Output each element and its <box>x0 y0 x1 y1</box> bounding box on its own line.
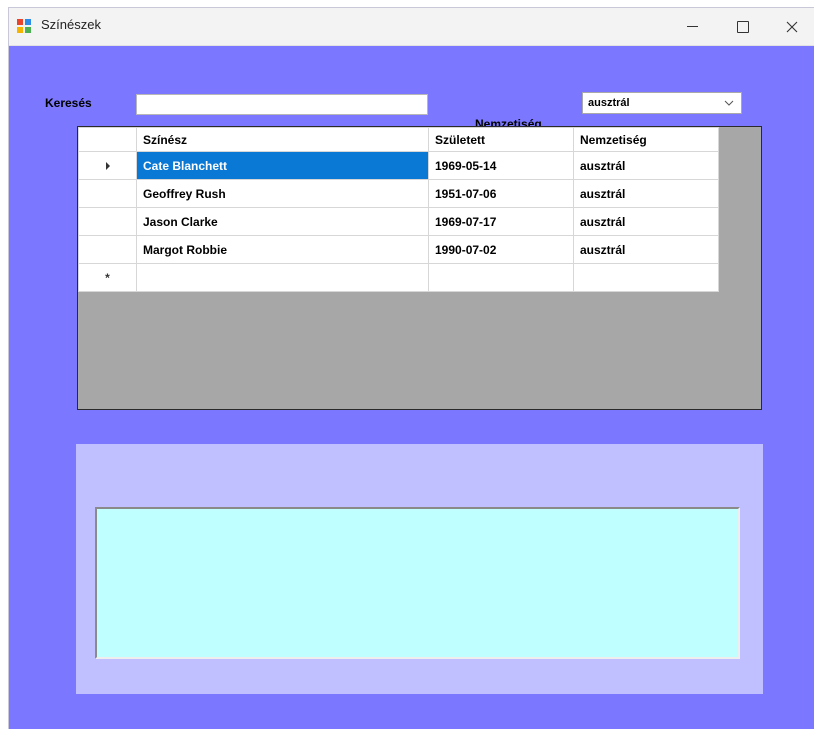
window-title: Színészek <box>41 17 101 32</box>
chevron-down-icon[interactable] <box>724 99 734 107</box>
row-header[interactable] <box>78 151 137 180</box>
row-header[interactable] <box>78 179 137 208</box>
actors-grid[interactable]: Színész Született Nemzetiség Cate Blanch… <box>77 126 762 410</box>
search-input[interactable] <box>136 94 428 115</box>
column-header-nationality[interactable]: Nemzetiség <box>573 127 719 152</box>
born-cell[interactable]: 1951-07-06 <box>428 179 574 208</box>
new-row[interactable]: * <box>78 263 719 292</box>
minimize-button[interactable] <box>669 8 715 45</box>
actors-table: Színész Született Nemzetiség Cate Blanch… <box>78 127 719 292</box>
maximize-button[interactable] <box>720 8 766 45</box>
close-icon <box>786 21 798 32</box>
nationality-cell[interactable]: ausztrál <box>573 151 719 180</box>
details-panel <box>76 444 763 694</box>
born-cell[interactable] <box>428 263 574 292</box>
row-header[interactable] <box>78 207 137 236</box>
search-label: Keresés <box>45 96 92 110</box>
details-textbox[interactable] <box>95 507 740 659</box>
born-cell[interactable]: 1969-05-14 <box>428 151 574 180</box>
actor-cell[interactable] <box>136 263 429 292</box>
maximize-icon <box>737 20 749 33</box>
table-row[interactable]: Jason Clarke 1969-07-17 ausztrál <box>78 207 719 236</box>
column-header-actor[interactable]: Színész <box>136 127 429 152</box>
row-header-corner[interactable] <box>78 127 137 152</box>
app-icon <box>17 19 31 33</box>
close-button[interactable] <box>769 8 814 45</box>
minimize-icon <box>686 26 698 27</box>
new-row-header[interactable]: * <box>78 263 137 292</box>
table-row[interactable]: Cate Blanchett 1969-05-14 ausztrál <box>78 151 719 180</box>
title-bar[interactable]: Színészek <box>9 8 814 46</box>
nationality-cell[interactable] <box>573 263 719 292</box>
born-cell[interactable]: 1969-07-17 <box>428 207 574 236</box>
column-header-born[interactable]: Született <box>428 127 574 152</box>
nationality-cell[interactable]: ausztrál <box>573 235 719 264</box>
new-row-icon: * <box>105 270 110 285</box>
nationality-cell[interactable]: ausztrál <box>573 207 719 236</box>
actor-cell[interactable]: Cate Blanchett <box>136 151 429 180</box>
nationality-dropdown[interactable]: ausztrál <box>582 92 742 114</box>
nationality-dropdown-value: ausztrál <box>588 97 630 109</box>
born-cell[interactable]: 1990-07-02 <box>428 235 574 264</box>
table-row[interactable]: Geoffrey Rush 1951-07-06 ausztrál <box>78 179 719 208</box>
current-row-icon <box>105 161 110 170</box>
table-row[interactable]: Margot Robbie 1990-07-02 ausztrál <box>78 235 719 264</box>
actor-cell[interactable]: Jason Clarke <box>136 207 429 236</box>
main-window: Színészek Keresés Nemzetiség ausztrál Sz… <box>9 8 814 729</box>
actor-cell[interactable]: Geoffrey Rush <box>136 179 429 208</box>
row-header[interactable] <box>78 235 137 264</box>
actor-cell[interactable]: Margot Robbie <box>136 235 429 264</box>
grid-header-row: Színész Született Nemzetiség <box>78 127 719 152</box>
nationality-cell[interactable]: ausztrál <box>573 179 719 208</box>
